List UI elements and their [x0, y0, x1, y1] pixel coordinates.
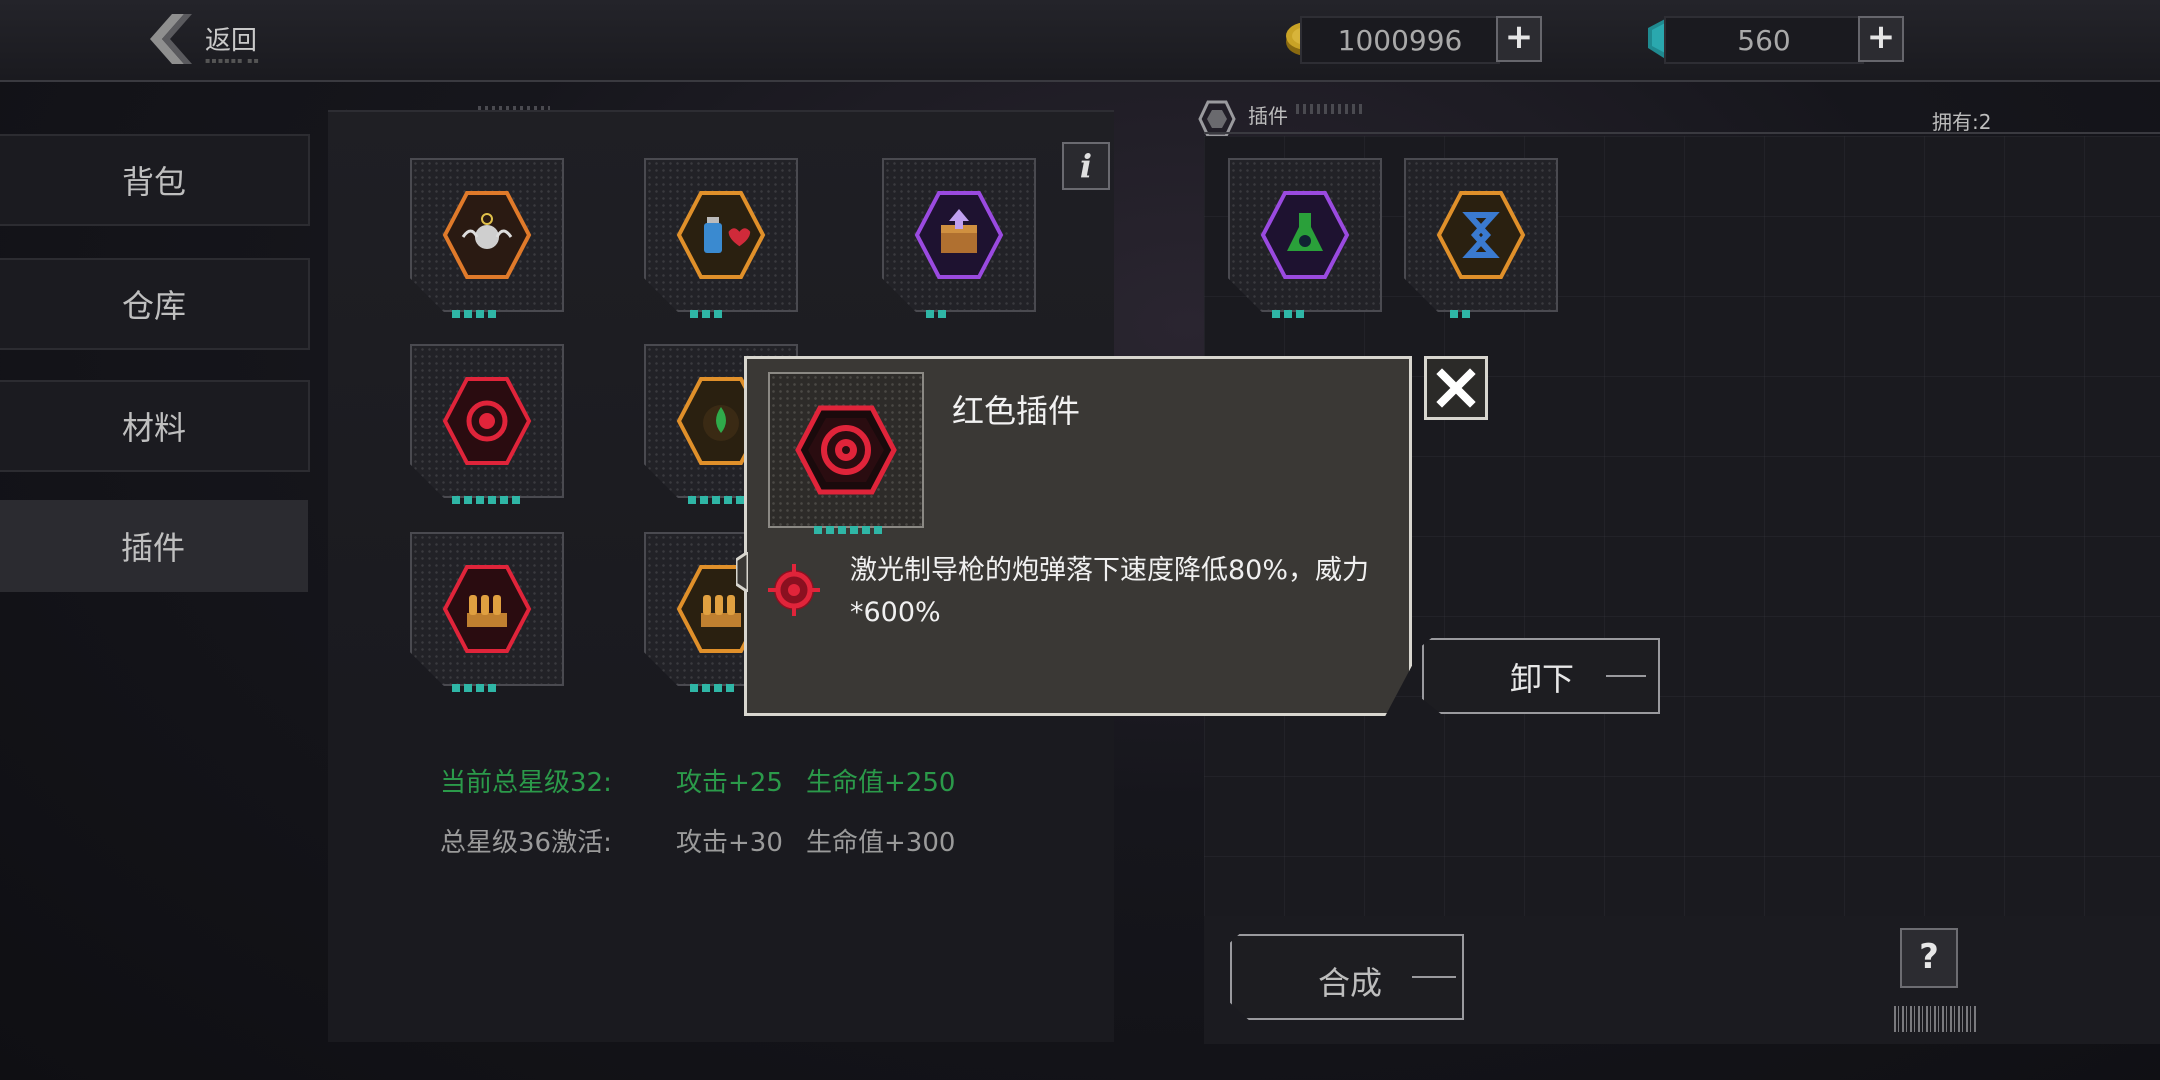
gem-amount: 560 — [1664, 16, 1864, 64]
star-rating — [452, 496, 520, 504]
hourglass-icon — [1436, 191, 1526, 279]
button-decoration — [1412, 976, 1456, 978]
info-button[interactable]: i — [1062, 142, 1110, 190]
synthesize-button[interactable]: 合成 — [1230, 934, 1464, 1020]
current-total-stars: 当前总星级32: — [440, 768, 612, 798]
add-gold-button[interactable]: + — [1496, 16, 1542, 62]
close-icon — [1436, 368, 1476, 408]
next-attack-bonus: 攻击+30 — [676, 828, 783, 858]
sidebar-item-materials[interactable]: 材料 — [0, 380, 310, 472]
sidebar-item-label: 仓库 — [121, 287, 186, 325]
plugin-panel-title: 插件 — [1248, 104, 1288, 128]
sidebar-item-backpack[interactable]: 背包 — [0, 134, 310, 226]
angel-skull-icon — [442, 191, 532, 279]
red-target-icon — [795, 405, 897, 495]
button-decoration — [1606, 675, 1646, 677]
core-slot[interactable] — [410, 532, 564, 686]
sidebar-item-label: 背包 — [121, 163, 186, 201]
current-attack-bonus: 攻击+25 — [676, 768, 783, 798]
add-gem-button[interactable]: + — [1858, 16, 1904, 62]
unequip-label: 卸下 — [1510, 660, 1575, 698]
back-decoration: ▪▪▪▪▪▪ ▪▪ — [205, 56, 260, 65]
next-hp-bonus: 生命值+300 — [806, 828, 956, 858]
title-decoration — [1296, 104, 1366, 114]
star-rating — [926, 310, 946, 318]
modal-description: 激光制导枪的炮弹落下速度降低80%，威力*600% — [850, 555, 1370, 628]
red-target-small-icon — [768, 564, 820, 616]
close-button[interactable] — [1424, 356, 1488, 420]
star-rating — [690, 684, 734, 692]
bottle-heart-icon — [676, 191, 766, 279]
owned-count: 拥有:2 — [1932, 110, 1992, 134]
star-rating — [814, 526, 882, 534]
plugin-slot[interactable] — [1404, 158, 1558, 312]
divider — [1204, 132, 2160, 134]
star-rating — [688, 496, 744, 504]
star-rating — [452, 684, 496, 692]
next-total-stars: 总星级36激活: — [440, 828, 612, 858]
plugin-slot[interactable] — [1228, 158, 1382, 312]
poison-flask-icon — [1260, 191, 1350, 279]
barcode-decoration — [1894, 1006, 1976, 1032]
unequip-button[interactable]: 卸下 — [1422, 638, 1660, 714]
synthesize-label: 合成 — [1318, 964, 1383, 1002]
help-button[interactable]: ? — [1900, 928, 1958, 988]
core-slot[interactable] — [410, 344, 564, 498]
modal-notch — [736, 552, 748, 592]
sidebar-item-plugins[interactable]: 插件 — [0, 500, 308, 592]
core-slot[interactable] — [410, 158, 564, 312]
star-rating — [1272, 310, 1304, 318]
gold-amount: 1000996 — [1300, 16, 1500, 64]
sidebar-item-label: 材料 — [121, 409, 186, 447]
core-slot[interactable] — [882, 158, 1036, 312]
star-rating — [690, 310, 722, 318]
star-rating — [1450, 310, 1470, 318]
sidebar-item-warehouse[interactable]: 仓库 — [0, 258, 310, 350]
back-chevron-icon[interactable] — [148, 14, 192, 64]
current-hp-bonus: 生命值+250 — [806, 768, 956, 798]
modal-title: 红色插件 — [952, 392, 1081, 430]
back-button[interactable]: 返回 — [205, 20, 257, 57]
ammo-icon — [442, 565, 532, 653]
sidebar-item-label: 插件 — [120, 529, 185, 567]
star-rating — [452, 310, 496, 318]
red-target-icon — [442, 377, 532, 465]
core-slot[interactable] — [644, 158, 798, 312]
treasure-chest-icon — [914, 191, 1004, 279]
modal-plugin-image — [768, 372, 924, 528]
